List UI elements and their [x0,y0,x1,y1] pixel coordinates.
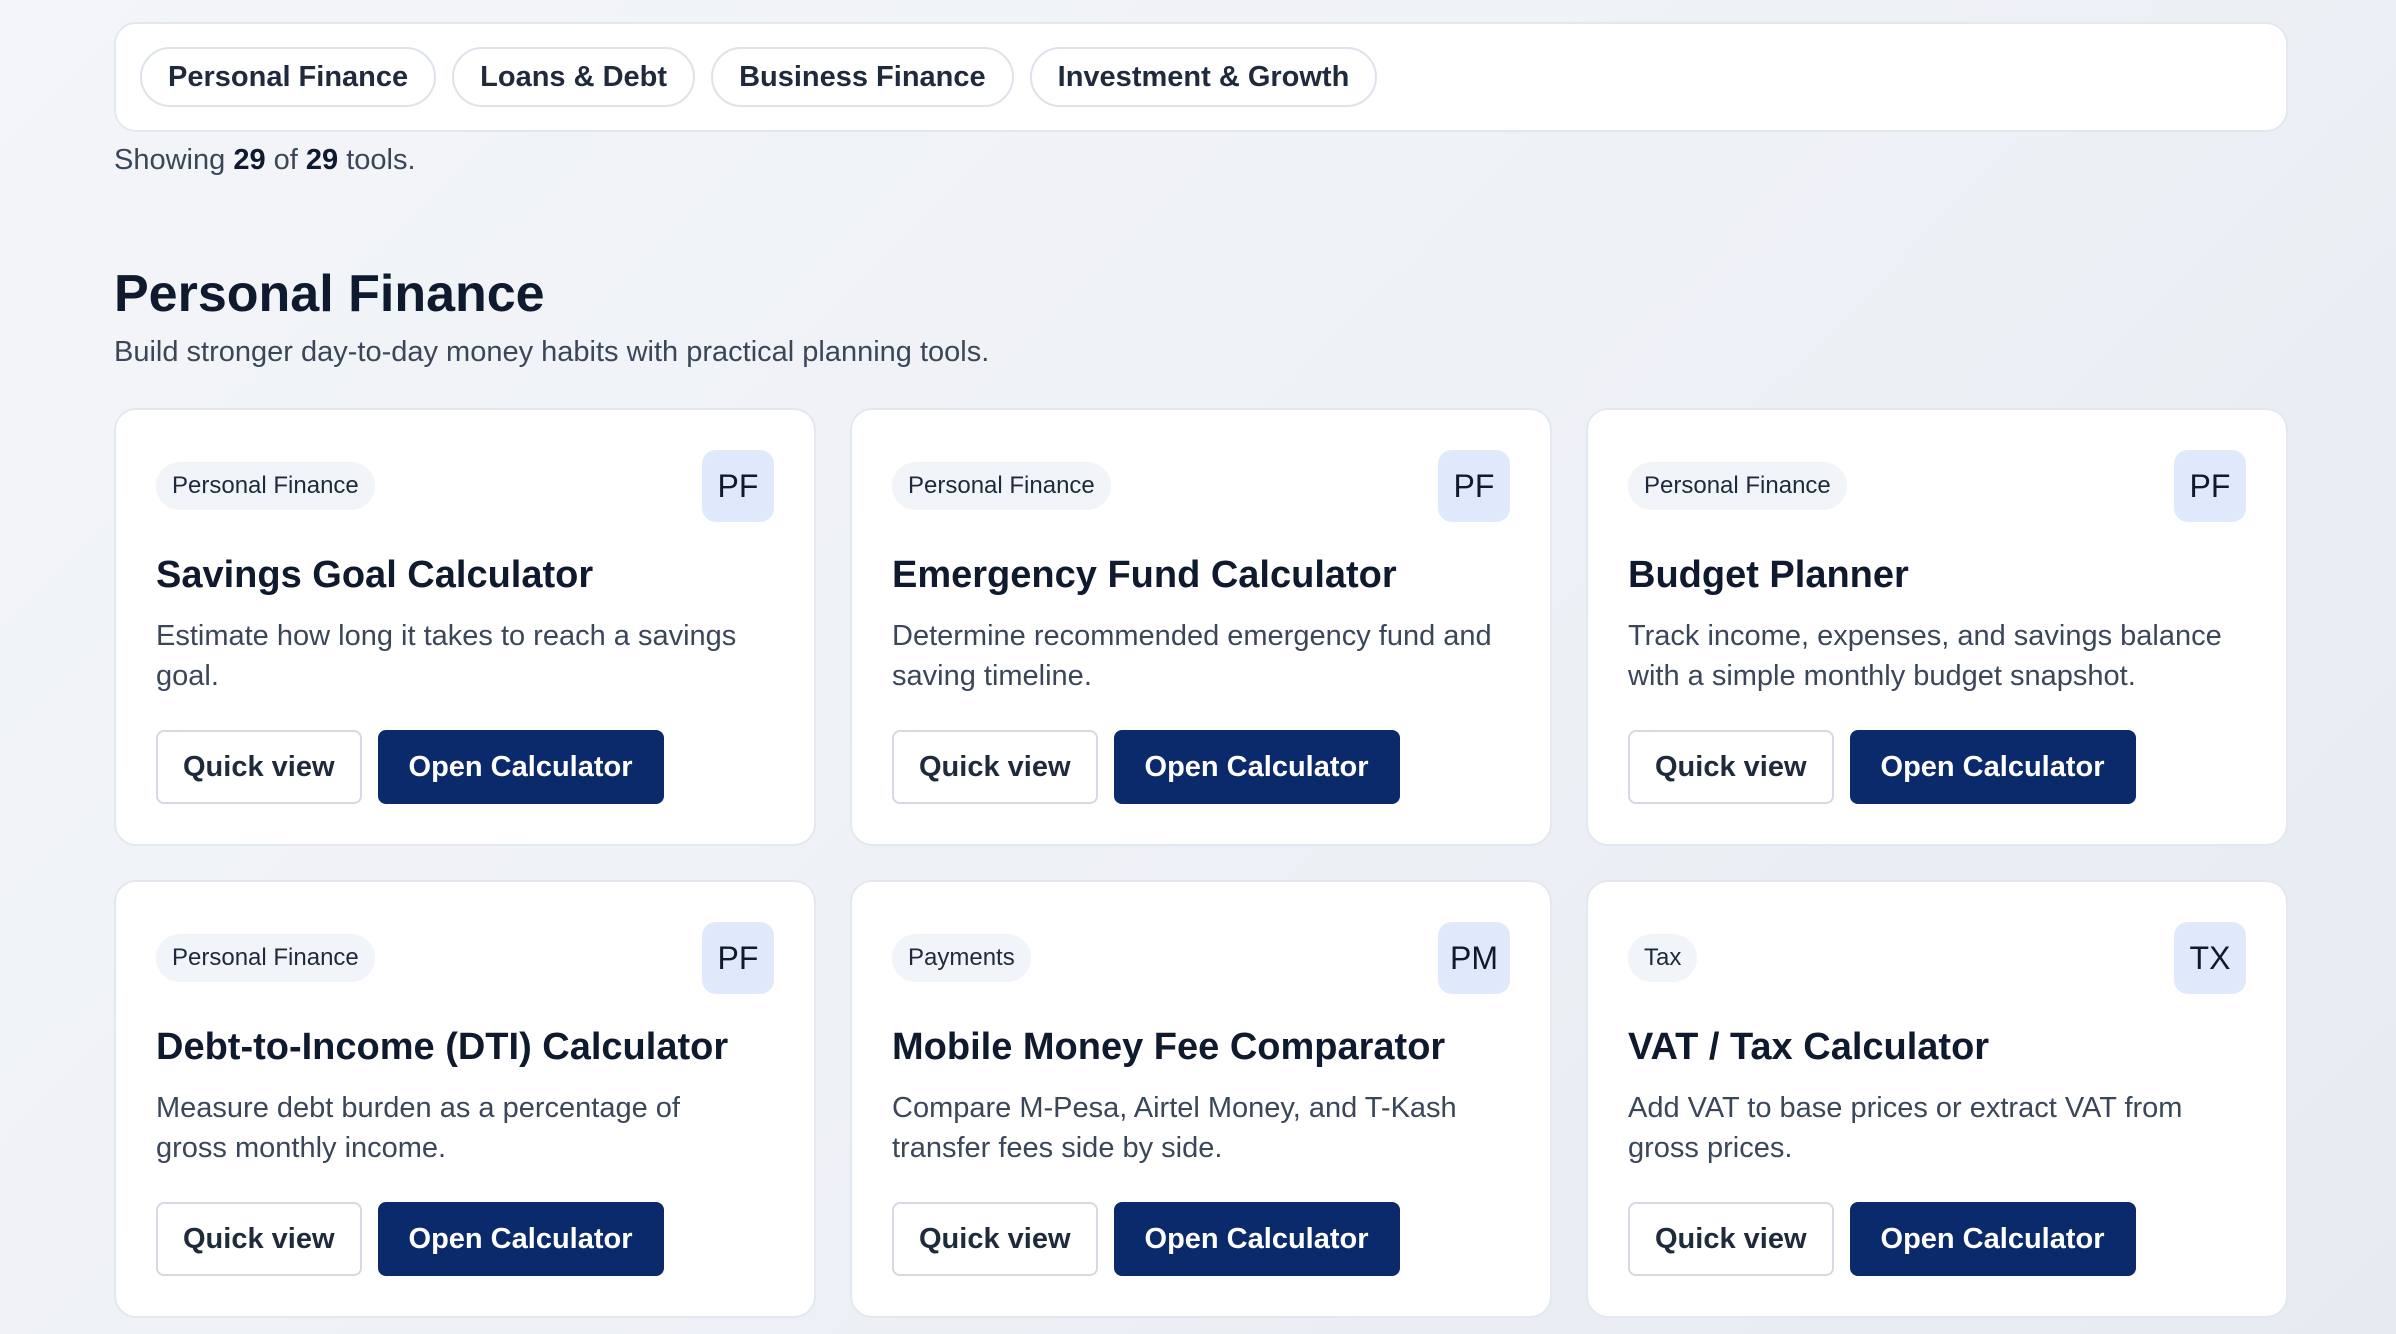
quick-view-button[interactable]: Quick view [1628,1202,1834,1276]
filter-chip-loans-debt[interactable]: Loans & Debt [452,47,696,107]
quick-view-button[interactable]: Quick view [156,730,362,804]
tool-description: Estimate how long it takes to reach a sa… [156,620,737,692]
tool-card: Tax TX VAT / Tax Calculator Add VAT to b… [1586,880,2288,1318]
results-shown: 29 [233,144,266,176]
tool-title: Mobile Money Fee Comparator [892,1026,1446,1068]
card-actions: Quick view Open Calculator [892,730,1400,804]
filter-chip-business-finance[interactable]: Business Finance [711,47,1014,107]
tool-description: Determine recommended emergency fund and… [892,620,1492,692]
category-tag: Personal Finance [156,934,375,982]
quick-view-button[interactable]: Quick view [1628,730,1834,804]
tool-card: Personal Finance PF Debt-to-Income (DTI)… [114,880,816,1318]
section-title: Personal Finance [114,265,545,323]
open-calculator-button[interactable]: Open Calculator [1849,1202,2136,1276]
tool-title: Savings Goal Calculator [156,554,594,596]
category-tag: Personal Finance [1628,462,1847,510]
category-code-badge: TX [2174,922,2246,994]
category-code-badge: PF [1438,450,1510,522]
open-calculator-button[interactable]: Open Calculator [1113,730,1400,804]
category-code-badge: PF [702,922,774,994]
open-calculator-button[interactable]: Open Calculator [1113,1202,1400,1276]
results-suffix: tools. [346,144,416,176]
quick-view-button[interactable]: Quick view [156,1202,362,1276]
results-prefix: Showing [114,144,226,176]
category-tag: Personal Finance [892,462,1111,510]
tool-description: Measure debt burden as a percentage of g… [156,1092,680,1164]
tool-card: Payments PM Mobile Money Fee Comparator … [850,880,1552,1318]
filter-chip-personal-finance[interactable]: Personal Finance [140,47,437,107]
tool-title: Emergency Fund Calculator [892,554,1397,596]
tool-card: Personal Finance PF Budget Planner Track… [1586,408,2288,846]
quick-view-button[interactable]: Quick view [892,730,1098,804]
category-tag: Payments [892,934,1031,982]
open-calculator-button[interactable]: Open Calculator [1849,730,2136,804]
card-actions: Quick view Open Calculator [892,1202,1400,1276]
tool-description: Compare M-Pesa, Airtel Money, and T-Kash… [892,1092,1457,1164]
results-total: 29 [305,144,339,176]
quick-view-button[interactable]: Quick view [892,1202,1098,1276]
section-description: Build stronger day-to-day money habits w… [114,336,990,368]
tool-card-grid: Personal Finance PF Savings Goal Calcula… [114,408,2288,1318]
category-filter-bar: Personal Finance Loans & Debt Business F… [114,22,2288,132]
category-code-badge: PM [1438,922,1510,994]
open-calculator-button[interactable]: Open Calculator [377,1202,664,1276]
category-code-badge: PF [2174,450,2246,522]
card-actions: Quick view Open Calculator [1628,1202,2136,1276]
results-count: Showing 29 of 29 tools. [114,144,416,177]
category-code-badge: PF [702,450,774,522]
tool-card: Personal Finance PF Emergency Fund Calcu… [850,408,1552,846]
category-tag: Personal Finance [156,462,375,510]
category-tag: Tax [1628,934,1698,982]
tool-title: Budget Planner [1628,554,1909,596]
open-calculator-button[interactable]: Open Calculator [377,730,664,804]
card-actions: Quick view Open Calculator [156,1202,664,1276]
results-middle: of [273,144,298,176]
tool-description: Add VAT to base prices or extract VAT fr… [1628,1092,2183,1164]
card-actions: Quick view Open Calculator [156,730,664,804]
tool-card: Personal Finance PF Savings Goal Calcula… [114,408,816,846]
card-actions: Quick view Open Calculator [1628,730,2136,804]
filter-chip-investment-growth[interactable]: Investment & Growth [1029,47,1378,107]
tool-description: Track income, expenses, and savings bala… [1628,620,2222,692]
tool-title: Debt-to-Income (DTI) Calculator [156,1026,729,1068]
tool-title: VAT / Tax Calculator [1628,1026,1990,1068]
